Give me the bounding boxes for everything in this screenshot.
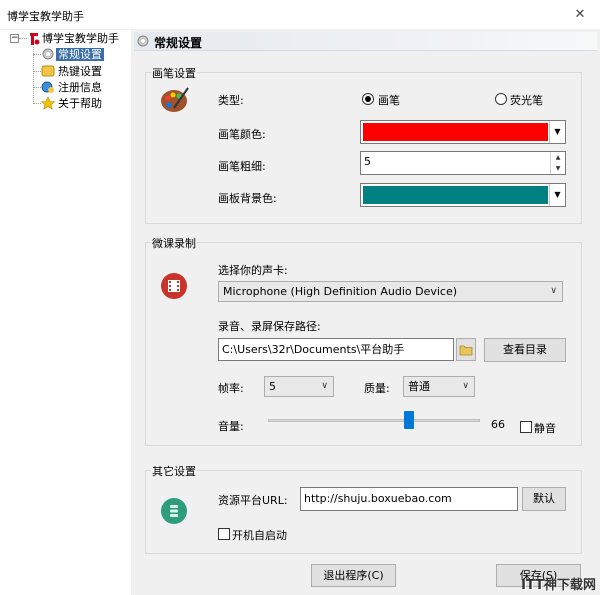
soundcard-select[interactable]: Microphone (High Definition Audio Device…: [218, 281, 563, 302]
folder-icon: [459, 345, 473, 356]
settings-tree: − 博学宝教学助手 常规设置 热键设置 注册信息 关于帮助: [6, 30, 128, 595]
pen-width-value: 5: [364, 155, 371, 168]
watermark: ITT神下载网: [521, 578, 596, 593]
tree-collapse-toggle[interactable]: −: [10, 34, 19, 43]
pen-color-label: 画笔颜色:: [218, 128, 266, 141]
gear-icon: [136, 34, 150, 48]
board-bg-color-picker[interactable]: ▼: [360, 183, 566, 207]
other-group-title: 其它设置: [151, 463, 197, 479]
chevron-down-icon: ∨: [321, 381, 328, 391]
globe-user-icon: [41, 80, 55, 94]
save-path-label: 录音、录屏保存路径:: [218, 320, 321, 333]
soundcard-value: Microphone (High Definition Audio Device…: [223, 285, 458, 298]
chevron-down-icon: ▼: [549, 184, 565, 206]
default-url-button[interactable]: 默认: [522, 487, 566, 511]
quality-select[interactable]: 普通 ∨: [403, 376, 475, 397]
autostart-label[interactable]: 开机自启动: [232, 527, 287, 543]
pen-color-swatch: [363, 123, 548, 141]
autostart-checkbox[interactable]: [218, 528, 230, 540]
app-logo-icon: [28, 32, 40, 46]
panel-header: 常规设置: [134, 32, 597, 51]
quality-label: 质量:: [364, 382, 390, 395]
mute-label[interactable]: 静音: [534, 420, 556, 436]
mute-checkbox[interactable]: [520, 421, 532, 433]
spin-buttons[interactable]: ▲ ▼: [550, 152, 565, 174]
panel-title: 常规设置: [154, 36, 203, 50]
close-button[interactable]: ✕: [570, 5, 590, 25]
tree-connector: [19, 38, 27, 39]
tree-item-label: 常规设置: [56, 48, 104, 61]
tree-item-about[interactable]: 关于帮助: [58, 96, 102, 112]
record-group-title: 微课录制: [151, 235, 197, 251]
radio-highlighter[interactable]: [495, 93, 507, 105]
spin-down-icon[interactable]: ▼: [551, 163, 565, 174]
board-bg-swatch: [363, 186, 548, 204]
palette-icon: [160, 86, 190, 114]
fps-select[interactable]: 5 ∨: [264, 376, 334, 397]
radio-pen-label[interactable]: 画笔: [378, 92, 400, 108]
quality-value: 普通: [408, 380, 430, 393]
tree-connector: [33, 87, 41, 88]
soundcard-label: 选择你的声卡:: [218, 264, 288, 277]
pen-width-label: 画笔粗细:: [218, 160, 266, 173]
star-icon: [40, 96, 56, 110]
view-directory-button[interactable]: 查看目录: [484, 338, 566, 362]
window-title: 博学宝教学助手: [7, 10, 84, 23]
chevron-down-icon: ∨: [462, 381, 469, 391]
tree-connector: [33, 54, 41, 55]
volume-slider[interactable]: [268, 410, 480, 432]
save-path-value: C:\Users\32r\Documents\平台助手: [222, 343, 405, 356]
volume-slider-track: [268, 419, 480, 422]
pen-group-title: 画笔设置: [151, 65, 197, 81]
tree-connector: [33, 103, 41, 104]
board-bg-label: 画板背景色:: [218, 192, 277, 205]
chevron-down-icon: ▼: [549, 121, 565, 143]
title-bar: 博学宝教学助手 ✕: [0, 0, 600, 30]
tree-branch-line: [33, 47, 34, 104]
url-input[interactable]: http://shuju.boxuebao.com: [300, 487, 518, 511]
exit-button[interactable]: 退出程序(C): [311, 564, 396, 587]
url-value: http://shuju.boxuebao.com: [304, 492, 452, 505]
volume-slider-thumb[interactable]: [404, 411, 414, 429]
tree-connector: [33, 71, 41, 72]
browse-folder-button[interactable]: [456, 338, 476, 361]
radio-highlighter-label[interactable]: 荧光笔: [510, 92, 543, 108]
tree-item-general[interactable]: 常规设置: [56, 47, 104, 63]
tree-root-label[interactable]: 博学宝教学助手: [42, 31, 119, 47]
pen-color-picker[interactable]: ▼: [360, 120, 566, 144]
film-icon: [160, 272, 188, 300]
pen-width-stepper[interactable]: 5 ▲ ▼: [360, 151, 566, 175]
gear-icon: [41, 47, 55, 61]
fps-value: 5: [269, 380, 276, 393]
keyboard-icon: [41, 64, 55, 78]
radio-pen[interactable]: [362, 93, 374, 105]
tree-item-register[interactable]: 注册信息: [58, 80, 102, 96]
spin-up-icon[interactable]: ▲: [551, 152, 565, 163]
url-label: 资源平台URL:: [218, 494, 288, 507]
other-settings-group: [145, 470, 582, 554]
database-icon: [160, 497, 188, 525]
pen-type-label: 类型:: [218, 94, 244, 107]
fps-label: 帧率:: [218, 382, 244, 395]
chevron-down-icon: ∨: [550, 286, 557, 296]
save-path-input[interactable]: C:\Users\32r\Documents\平台助手: [218, 338, 454, 361]
volume-label: 音量:: [218, 420, 244, 433]
volume-value: 66: [491, 418, 505, 431]
tree-item-hotkey[interactable]: 热键设置: [58, 64, 102, 80]
